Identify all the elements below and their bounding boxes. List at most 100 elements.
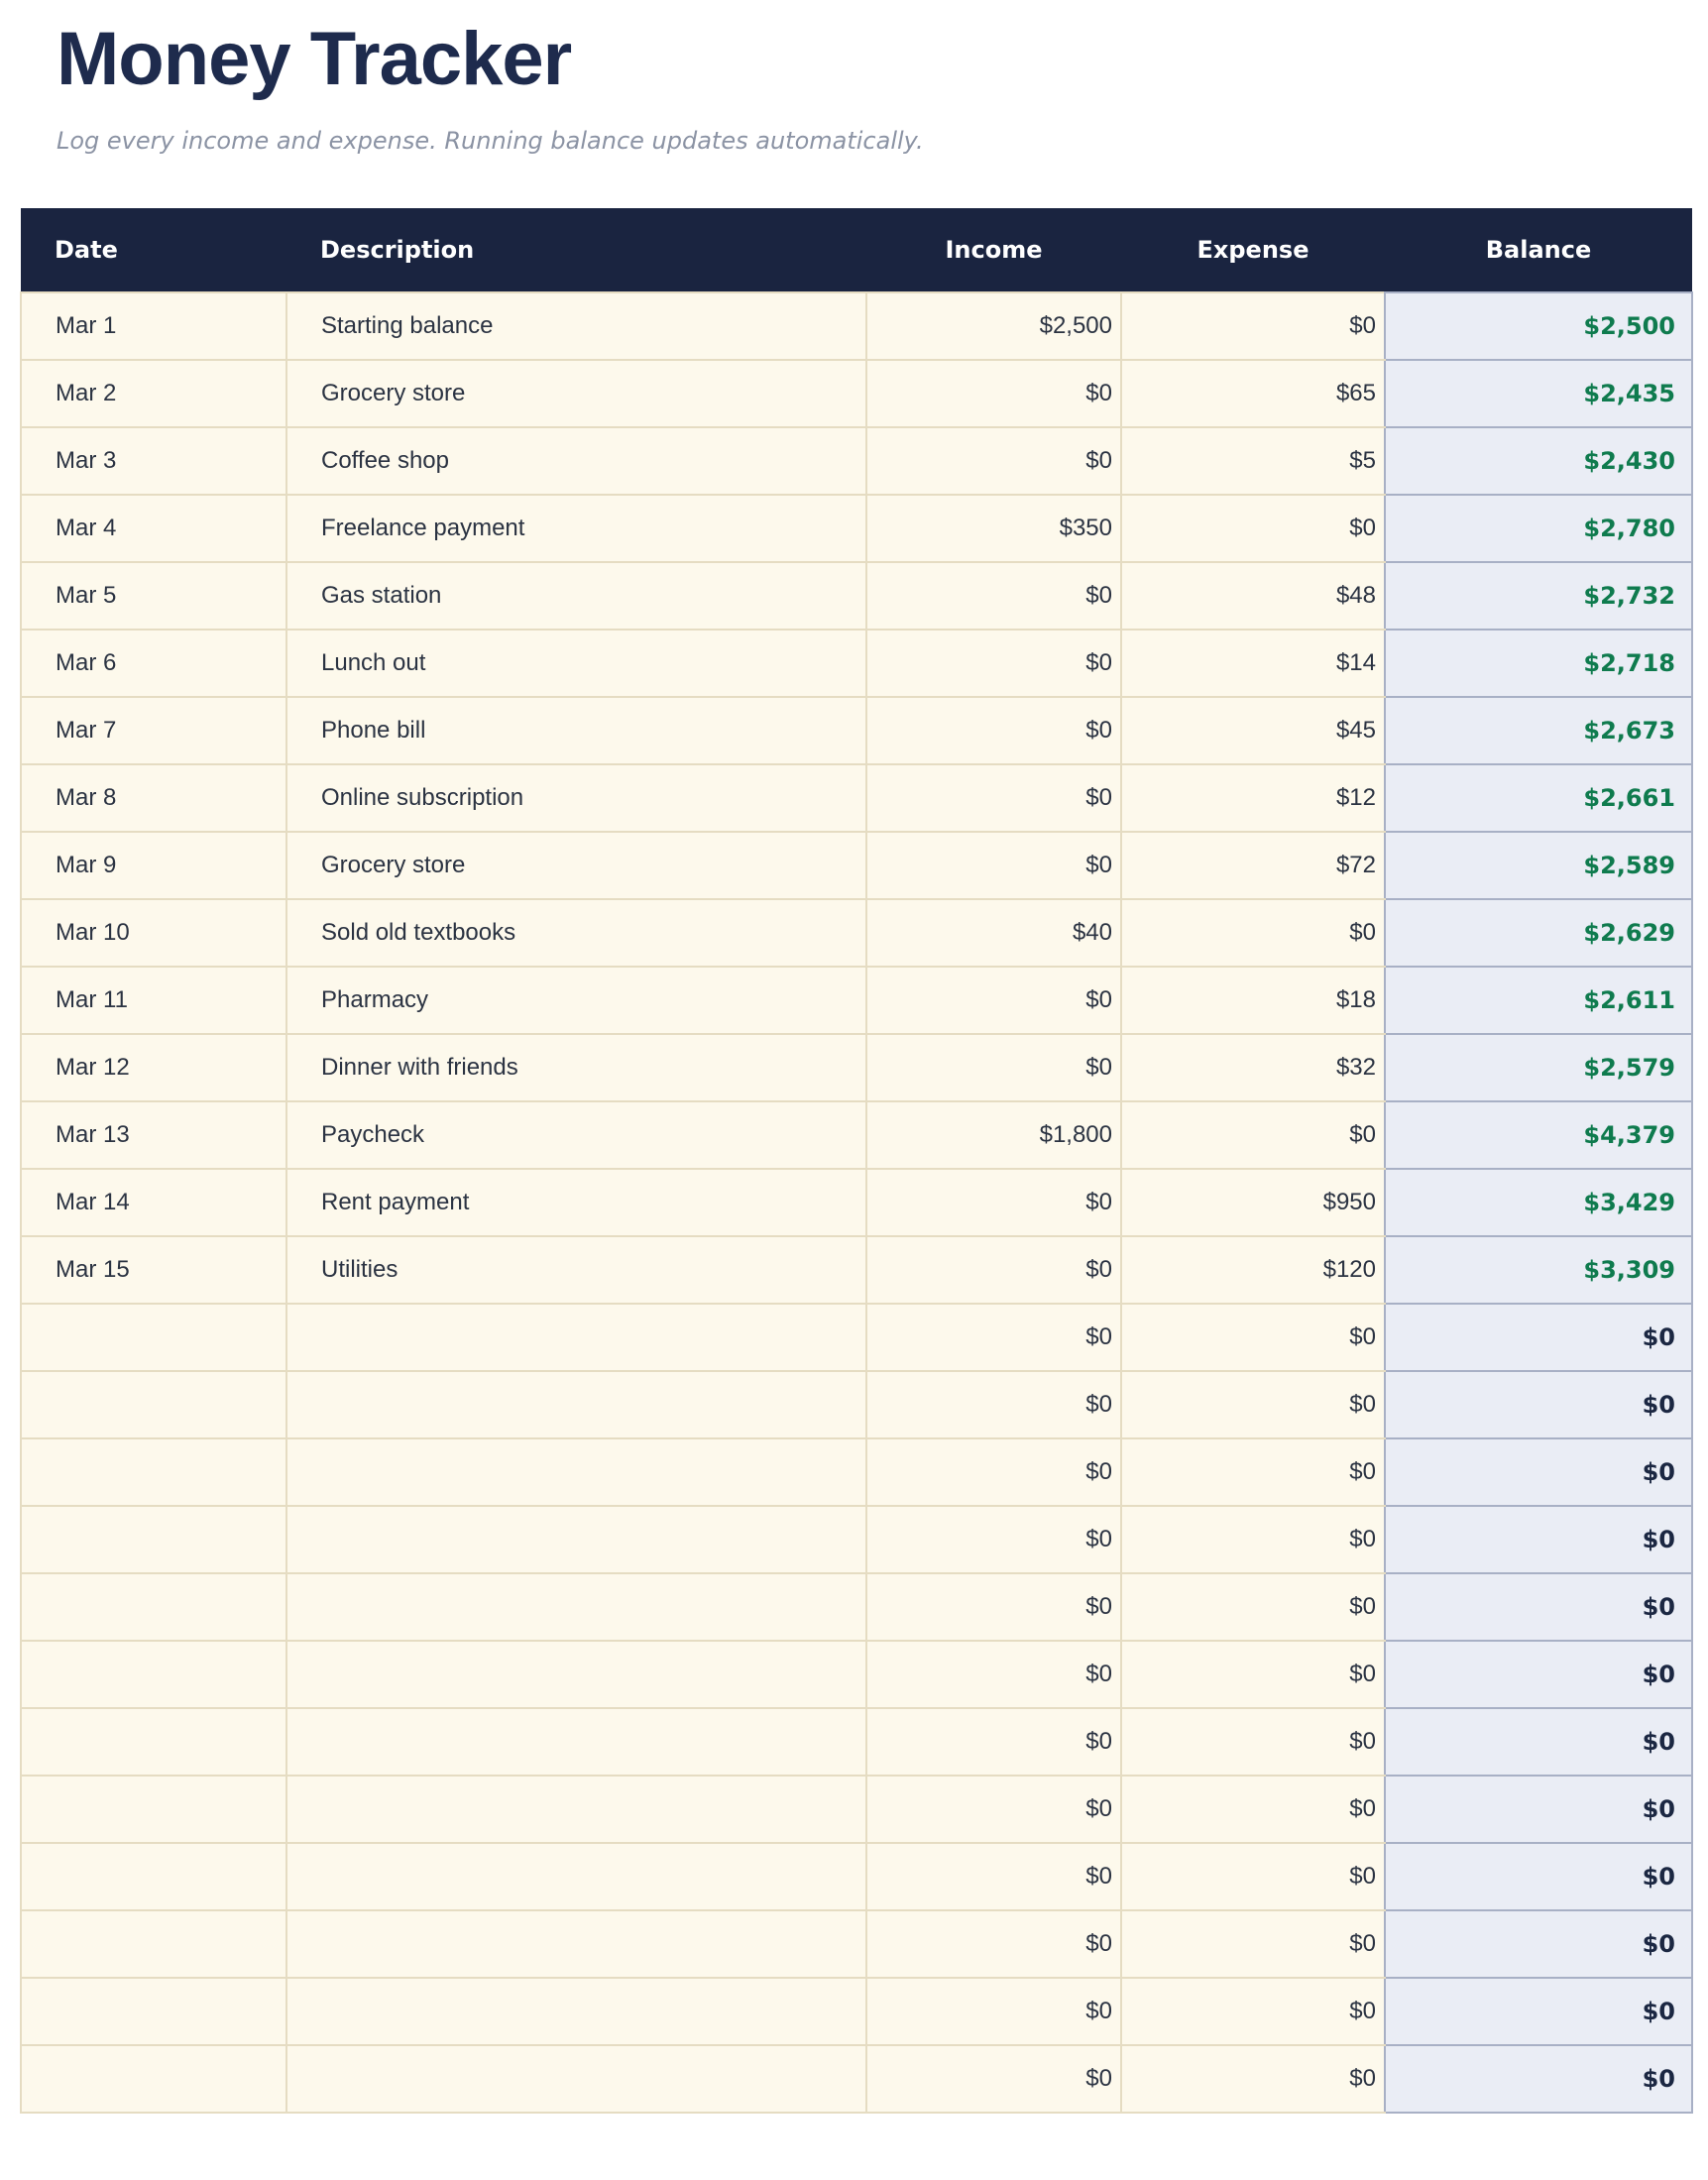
table-body: Mar 1 Starting balance $2,500 $0 $2,500 … — [21, 292, 1692, 2113]
table-row: Mar 4 Freelance payment $350 $0 $2,780 — [21, 495, 1692, 562]
cell-balance: $2,589 — [1385, 832, 1692, 899]
cell-description: Sold old textbooks — [286, 899, 866, 967]
cell-date — [21, 1776, 286, 1843]
cell-balance: $2,661 — [1385, 764, 1692, 832]
table-row: Mar 11 Pharmacy $0 $18 $2,611 — [21, 967, 1692, 1034]
cell-balance: $0 — [1385, 1438, 1692, 1506]
cell-description — [286, 1371, 866, 1438]
cell-expense: $12 — [1121, 764, 1385, 832]
cell-income: $0 — [866, 1978, 1121, 2045]
column-header-income: Income — [866, 208, 1121, 292]
cell-income: $40 — [866, 899, 1121, 967]
cell-description: Grocery store — [286, 360, 866, 427]
table-row: $0 $0 $0 — [21, 2045, 1692, 2113]
table-header: Date Description Income Expense Balance — [21, 208, 1692, 292]
cell-balance: $2,629 — [1385, 899, 1692, 967]
cell-balance: $0 — [1385, 1776, 1692, 1843]
cell-description: Phone bill — [286, 697, 866, 764]
table-row: $0 $0 $0 — [21, 1304, 1692, 1371]
cell-expense: $48 — [1121, 562, 1385, 630]
table-row: Mar 13 Paycheck $1,800 $0 $4,379 — [21, 1101, 1692, 1169]
cell-income: $0 — [866, 1236, 1121, 1304]
cell-date: Mar 7 — [21, 697, 286, 764]
cell-income: $0 — [866, 1438, 1121, 1506]
cell-description — [286, 1506, 866, 1573]
column-header-description: Description — [286, 208, 866, 292]
cell-balance: $0 — [1385, 1708, 1692, 1776]
cell-balance: $2,673 — [1385, 697, 1692, 764]
cell-description: Online subscription — [286, 764, 866, 832]
cell-balance: $3,429 — [1385, 1169, 1692, 1236]
cell-balance: $2,611 — [1385, 967, 1692, 1034]
cell-description — [286, 1641, 866, 1708]
cell-description — [286, 1304, 866, 1371]
cell-date: Mar 11 — [21, 967, 286, 1034]
cell-description — [286, 1843, 866, 1910]
page-title: Money Tracker — [0, 0, 1708, 104]
cell-date — [21, 1573, 286, 1641]
cell-income: $2,500 — [866, 292, 1121, 360]
cell-income: $0 — [866, 2045, 1121, 2113]
cell-expense: $45 — [1121, 697, 1385, 764]
cell-description: Lunch out — [286, 630, 866, 697]
cell-date: Mar 5 — [21, 562, 286, 630]
cell-balance: $0 — [1385, 1506, 1692, 1573]
table-row: Mar 2 Grocery store $0 $65 $2,435 — [21, 360, 1692, 427]
cell-income: $1,800 — [866, 1101, 1121, 1169]
cell-date: Mar 6 — [21, 630, 286, 697]
column-header-balance: Balance — [1385, 208, 1692, 292]
cell-date: Mar 2 — [21, 360, 286, 427]
cell-income: $0 — [866, 1304, 1121, 1371]
cell-income: $0 — [866, 1169, 1121, 1236]
cell-expense: $0 — [1121, 1978, 1385, 2045]
cell-expense: $72 — [1121, 832, 1385, 899]
cell-date — [21, 1641, 286, 1708]
cell-description — [286, 1438, 866, 1506]
cell-description — [286, 1776, 866, 1843]
cell-expense: $0 — [1121, 1438, 1385, 1506]
table-row: $0 $0 $0 — [21, 1438, 1692, 1506]
cell-description: Pharmacy — [286, 967, 866, 1034]
cell-balance: $3,309 — [1385, 1236, 1692, 1304]
cell-balance: $2,579 — [1385, 1034, 1692, 1101]
cell-date: Mar 14 — [21, 1169, 286, 1236]
cell-description — [286, 1910, 866, 1978]
cell-description: Freelance payment — [286, 495, 866, 562]
cell-income: $0 — [866, 697, 1121, 764]
cell-balance: $2,732 — [1385, 562, 1692, 630]
cell-income: $0 — [866, 967, 1121, 1034]
cell-balance: $2,500 — [1385, 292, 1692, 360]
cell-expense: $0 — [1121, 292, 1385, 360]
table-row: Mar 12 Dinner with friends $0 $32 $2,579 — [21, 1034, 1692, 1101]
cell-date — [21, 1304, 286, 1371]
cell-expense: $0 — [1121, 1304, 1385, 1371]
column-header-expense: Expense — [1121, 208, 1385, 292]
table-row: Mar 14 Rent payment $0 $950 $3,429 — [21, 1169, 1692, 1236]
cell-balance: $0 — [1385, 1843, 1692, 1910]
cell-income: $0 — [866, 832, 1121, 899]
cell-expense: $0 — [1121, 899, 1385, 967]
cell-expense: $0 — [1121, 1506, 1385, 1573]
cell-date — [21, 1506, 286, 1573]
cell-date: Mar 10 — [21, 899, 286, 967]
cell-description: Rent payment — [286, 1169, 866, 1236]
cell-date: Mar 8 — [21, 764, 286, 832]
cell-income: $0 — [866, 1776, 1121, 1843]
cell-date — [21, 1438, 286, 1506]
cell-income: $0 — [866, 1034, 1121, 1101]
cell-description — [286, 1708, 866, 1776]
cell-expense: $0 — [1121, 1910, 1385, 1978]
table-row: $0 $0 $0 — [21, 1641, 1692, 1708]
cell-income: $0 — [866, 630, 1121, 697]
table-row: $0 $0 $0 — [21, 1371, 1692, 1438]
cell-expense: $18 — [1121, 967, 1385, 1034]
cell-balance: $0 — [1385, 1573, 1692, 1641]
cell-income: $0 — [866, 1910, 1121, 1978]
cell-income: $0 — [866, 1573, 1121, 1641]
cell-date — [21, 1371, 286, 1438]
cell-expense: $0 — [1121, 2045, 1385, 2113]
table-row: Mar 1 Starting balance $2,500 $0 $2,500 — [21, 292, 1692, 360]
cell-balance: $0 — [1385, 2045, 1692, 2113]
cell-income: $0 — [866, 1708, 1121, 1776]
cell-expense: $0 — [1121, 1101, 1385, 1169]
